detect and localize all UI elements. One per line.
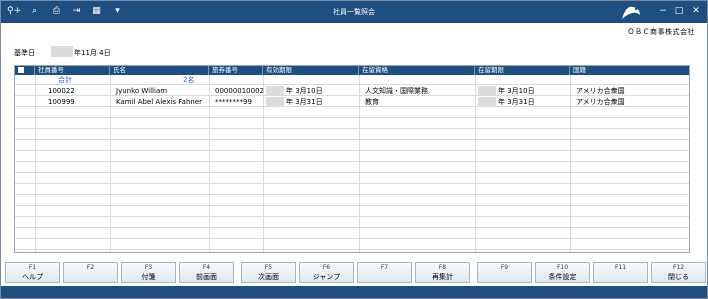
fkey-number: F6: [322, 264, 331, 271]
status-bar: [1, 286, 707, 298]
f12-button[interactable]: F12 閉じる: [651, 262, 706, 283]
fkey-label: 付箋: [141, 273, 156, 281]
fkey-label: 次画面: [258, 273, 279, 281]
cell-nationality: アメリカ合衆国: [576, 87, 625, 95]
col-residence-status[interactable]: 在留資格: [359, 66, 475, 75]
fkey-number: F3: [144, 264, 153, 271]
empty-row[interactable]: [15, 218, 689, 228]
empty-row[interactable]: [15, 196, 689, 206]
cell-nationality: アメリカ合衆国: [576, 98, 625, 106]
col-name[interactable]: 氏名: [110, 66, 209, 75]
col-expiry[interactable]: 有効期限: [263, 66, 359, 75]
f7-button[interactable]: F7: [357, 262, 412, 283]
cell-employee-no: 100999: [48, 98, 75, 106]
cell-employee-no: 100022: [48, 87, 75, 95]
fkey-number: F5: [264, 264, 273, 271]
empty-row[interactable]: [15, 207, 689, 217]
empty-row[interactable]: [15, 119, 689, 129]
f9-button[interactable]: F9: [477, 262, 532, 283]
total-count: 2名: [183, 76, 195, 84]
total-label: 合計: [58, 76, 72, 84]
header-corner: [15, 66, 35, 75]
cell-expiry: 年 3月10日: [286, 87, 323, 95]
cell-name: Jyunko William: [116, 87, 168, 95]
table-row[interactable]: 100022 Jyunko William 00000010002 年 3月10…: [15, 86, 689, 96]
empty-row[interactable]: [15, 229, 689, 239]
empty-row[interactable]: [15, 240, 689, 250]
fkey-label: 閉じる: [668, 273, 689, 281]
close-button[interactable]: ✕: [690, 5, 702, 17]
cell-residence-expiry-wrap: 年 3月31日: [478, 97, 535, 107]
empty-row[interactable]: [15, 185, 689, 195]
table-header: 社員番号 氏名 旅券番号 有効期限 在留資格 在留期限 国籍: [15, 66, 689, 75]
cell-expiry-wrap: 年 3月10日: [266, 86, 323, 96]
cell-residence-expiry: 年 3月10日: [498, 87, 535, 95]
fkey-label: ジャンプ: [312, 273, 341, 281]
table-settings-icon[interactable]: [18, 67, 24, 73]
total-row[interactable]: 合計 2名: [15, 75, 689, 85]
col-residence-expiry[interactable]: 在留期限: [475, 66, 570, 75]
cell-residence-expiry: 年 3月31日: [498, 98, 535, 106]
f2-button[interactable]: F2: [63, 262, 118, 283]
col-passport-no[interactable]: 旅券番号: [209, 66, 263, 75]
cell-name: Kamil Abel Alexis Fahner: [116, 98, 203, 106]
cell-residence-status: 人文知識・国際業務: [365, 87, 428, 95]
title-bar: ⚲+ ⌕ ⎙ ⇥ ▦ ▾ 社員一覧照会 − □ ✕: [1, 1, 707, 23]
fkey-label: 前画面: [196, 273, 217, 281]
employee-table: 社員番号 氏名 旅券番号 有効期限 在留資格 在留期限 国籍 合計 2名 100…: [14, 65, 690, 253]
fkey-number: F11: [614, 264, 627, 271]
cell-expiry-wrap: 年 3月31日: [266, 97, 323, 107]
cell-expiry: 年 3月31日: [286, 98, 323, 106]
fkey-number: F4: [202, 264, 211, 271]
year-mask: [266, 97, 284, 107]
fkey-label: ヘルプ: [22, 273, 43, 281]
col-nationality[interactable]: 国籍: [570, 66, 689, 75]
base-date-value: 年11月 4日: [74, 49, 111, 57]
f10-button[interactable]: F10 条件設定: [535, 262, 590, 283]
f6-button[interactable]: F6 ジャンプ: [299, 262, 354, 283]
fkey-number: F2: [86, 264, 95, 271]
base-date-label: 基準日: [14, 49, 35, 57]
fkey-number: F1: [28, 264, 37, 271]
cell-residence-status: 教育: [365, 98, 379, 106]
col-employee-no[interactable]: 社員番号: [35, 66, 110, 75]
fkey-number: F7: [380, 264, 389, 271]
cell-residence-expiry-wrap: 年 3月10日: [478, 86, 535, 96]
cell-passport-no: ********99: [215, 98, 252, 106]
empty-row[interactable]: [15, 163, 689, 173]
empty-row[interactable]: [15, 108, 689, 118]
f1-button[interactable]: F1 ヘルプ: [5, 262, 60, 283]
empty-row[interactable]: [15, 152, 689, 162]
empty-row[interactable]: [15, 174, 689, 184]
app-logo-icon: [622, 6, 640, 19]
f5-button[interactable]: F5 次画面: [241, 262, 296, 283]
fkey-number: F12: [672, 264, 685, 271]
year-mask: [478, 97, 496, 107]
f3-button[interactable]: F3 付箋: [121, 262, 176, 283]
minimize-button[interactable]: −: [657, 5, 669, 17]
f11-button[interactable]: F11: [593, 262, 648, 283]
empty-row[interactable]: [15, 130, 689, 140]
fkey-number: F8: [438, 264, 447, 271]
company-name: ＯＢＣ商事株式会社: [627, 28, 695, 36]
fkey-number: F9: [500, 264, 509, 271]
year-mask: [266, 86, 284, 96]
maximize-button[interactable]: □: [673, 5, 685, 17]
empty-row[interactable]: [15, 141, 689, 151]
f4-button[interactable]: F4 前画面: [179, 262, 234, 283]
fkey-label: 再集計: [432, 273, 453, 281]
table-row[interactable]: 100999 Kamil Abel Alexis Fahner ********…: [15, 97, 689, 107]
fkey-number: F10: [556, 264, 569, 271]
function-key-bar: F1 ヘルプ F2 F3 付箋 F4 前画面 F5 次画面 F6 ジャンプ F7 F8 再集…: [5, 262, 707, 283]
f8-button[interactable]: F8 再集計: [415, 262, 470, 283]
window-title: 社員一覧照会: [333, 8, 375, 16]
year-mask: [478, 86, 496, 96]
fkey-label: 条件設定: [548, 273, 577, 281]
base-date-year-mask: [51, 46, 73, 57]
cell-passport-no: 00000010002: [215, 87, 264, 95]
app-window: ⚲+ ⌕ ⎙ ⇥ ▦ ▾ 社員一覧照会 − □ ✕ ＯＢＣ商事株式会社 基準日 …: [0, 0, 708, 299]
